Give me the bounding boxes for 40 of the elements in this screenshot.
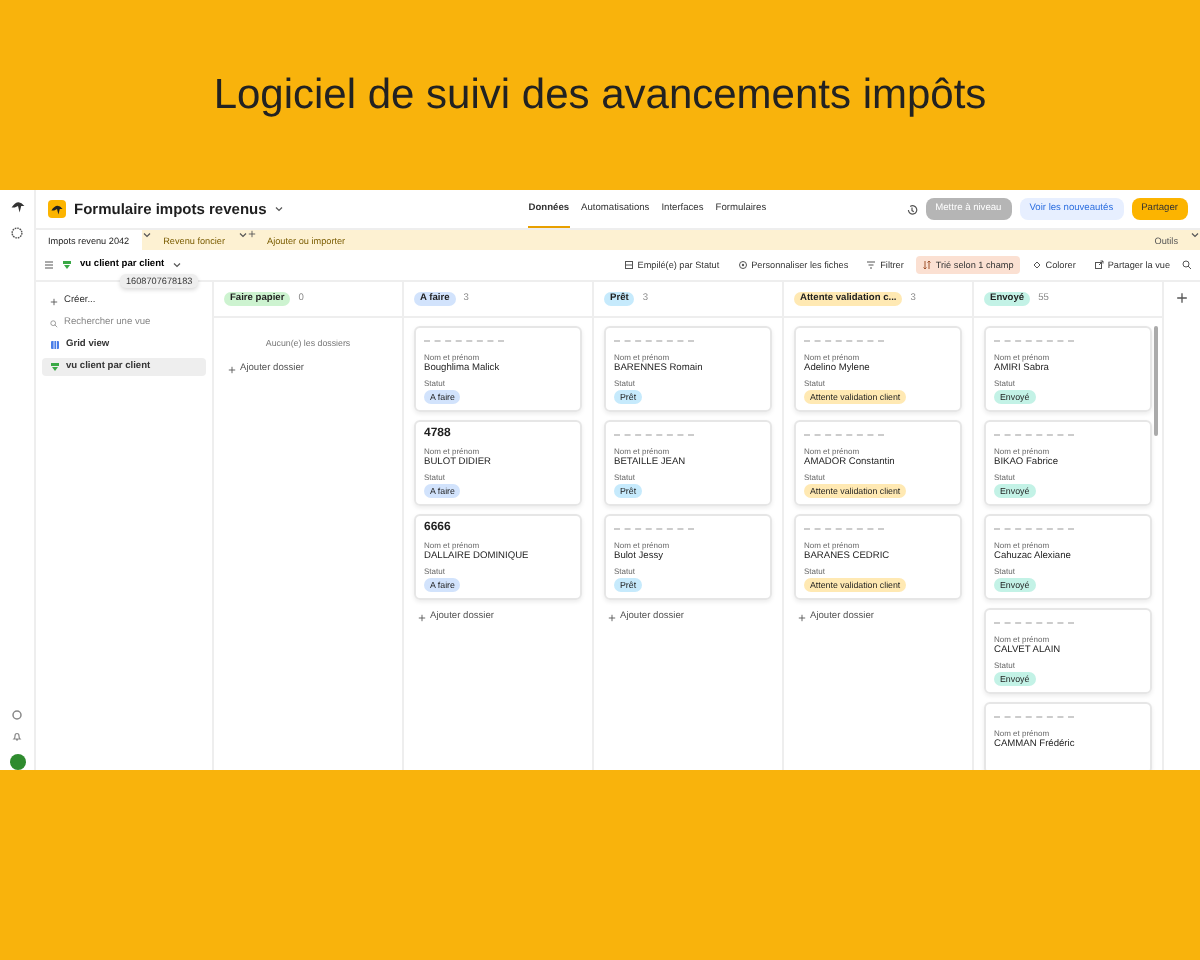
plus-icon [228,365,236,373]
placeholder-line [804,528,884,530]
placeholder-line [804,340,884,342]
plus-icon[interactable] [247,230,256,238]
scrollbar[interactable] [1154,326,1158,436]
placeholder-line [994,434,1074,436]
caret-icon[interactable] [141,230,152,240]
placeholder-line [614,340,694,342]
stack-icon [623,260,634,270]
page-title: Logiciel de suivi des avancements impôts [213,71,987,119]
filter-icon [866,260,877,270]
kanban-icon [62,260,72,270]
avatar-icon[interactable] [9,754,25,770]
share-icon [1093,260,1104,270]
caret-icon[interactable] [172,260,183,270]
caret-icon[interactable] [237,230,248,240]
sort-icon [921,260,932,270]
plus-icon [798,613,806,621]
plus-icon [608,613,616,621]
caret-icon[interactable] [1190,230,1200,240]
placeholder-line [614,434,694,436]
plus-icon[interactable] [1176,292,1188,304]
placeholder-line [424,340,504,342]
logo-icon [48,200,66,218]
bell-icon[interactable] [12,732,22,742]
search-icon [50,319,58,327]
kanban-icon [50,362,60,372]
search-icon[interactable] [1182,260,1192,270]
placeholder-line [994,528,1074,530]
placeholder-line [994,340,1074,342]
placeholder-line [804,434,884,436]
plus-icon [418,613,426,621]
history-icon[interactable] [905,203,918,215]
caret-icon[interactable] [274,204,285,214]
gear-icon[interactable] [10,226,24,240]
placeholder-line [994,716,1074,718]
placeholder-line [994,622,1074,624]
plus-icon [50,297,58,305]
placeholder-line [614,528,694,530]
grid-icon [50,340,60,350]
